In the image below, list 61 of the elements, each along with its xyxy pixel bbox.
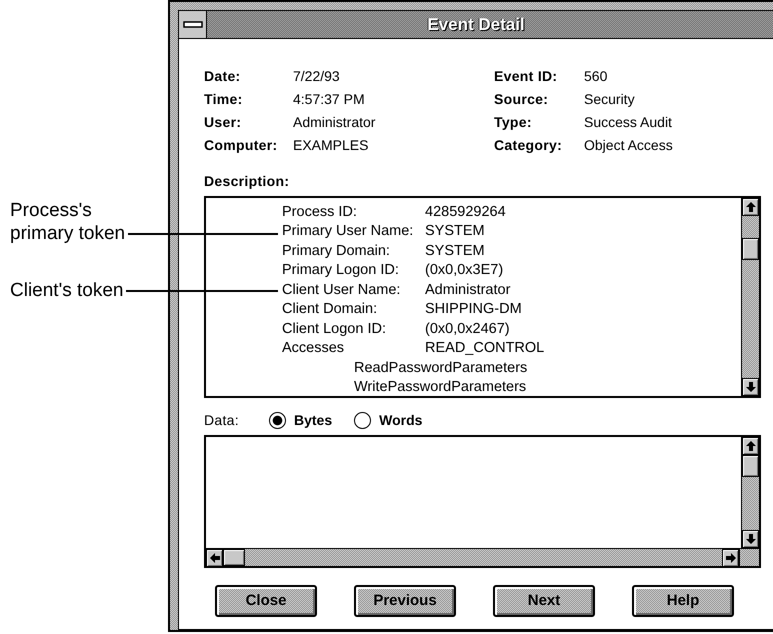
dialog-button[interactable]: Close (215, 585, 317, 617)
description-value: 4285929264 (425, 202, 506, 222)
callout-text: Client's token (10, 278, 124, 302)
field-value: Success Audit (584, 113, 673, 132)
description-value: ReadPasswordParameters (354, 358, 528, 378)
radio-circle[interactable] (354, 412, 372, 428)
field-value: 7/22/93 (293, 67, 341, 86)
description-value: SYSTEM (425, 222, 485, 242)
option-label: Words (379, 410, 422, 430)
field-value: 4:57:37 PM (293, 90, 366, 109)
arrow-right-icon (723, 550, 738, 566)
description-value: SHIPPING-DM (425, 300, 522, 320)
field-label: User: (204, 113, 242, 132)
minus-icon (182, 20, 202, 28)
description-key: Client User Name: (282, 280, 425, 302)
radio-option[interactable]: Words (354, 410, 422, 430)
field-label: Date: (204, 67, 242, 86)
window-title: Event Detail (426, 14, 526, 36)
field-label: Category: (494, 136, 564, 155)
description-key: Accesses (282, 338, 425, 360)
field-label: Time: (204, 90, 244, 109)
scroll-left-button[interactable] (206, 549, 223, 567)
description-key: Primary User Name: (282, 221, 425, 244)
radio-option[interactable]: Bytes (269, 410, 332, 430)
description-key: Primary Logon ID: (282, 260, 425, 282)
field-value: Administrator (293, 113, 376, 132)
data-label: Data: (204, 410, 240, 430)
field-value: 560 (584, 67, 608, 86)
field-value: Security (584, 90, 636, 109)
field-label: Source: (494, 90, 550, 109)
field-label: Event ID: (494, 67, 558, 86)
dialog-button[interactable]: Previous (354, 585, 456, 617)
radio-circle[interactable] (269, 412, 286, 428)
field-value: EXAMPLES (293, 136, 370, 155)
description-key: Primary Domain: (282, 240, 425, 263)
field-label: Type: (494, 113, 533, 132)
description-value: SYSTEM (425, 242, 485, 261)
field-label: Computer: (204, 136, 278, 155)
system-menu-button[interactable] (179, 11, 207, 38)
description-value: READ_CONTROL (425, 339, 544, 358)
description-value: WritePasswordParameters (354, 378, 526, 398)
scroll-right-button[interactable] (722, 549, 739, 567)
scroll-thumb[interactable] (742, 455, 759, 477)
description-value: (0x0,0x3E7) (425, 261, 504, 280)
scroll-down-button[interactable] (742, 378, 759, 396)
description-label: Description: (204, 172, 290, 191)
option-label: Bytes (294, 410, 332, 430)
description-key: Client Domain: (282, 299, 425, 322)
dialog-button[interactable]: Next (493, 585, 595, 617)
dialog-button[interactable]: Help (632, 585, 734, 617)
callout-text: Process's primary token (10, 198, 126, 244)
field-value: Object Access (584, 136, 674, 155)
description-value: Administrator (425, 280, 510, 300)
scroll-up-button[interactable] (742, 198, 759, 216)
description-value: (0x0,0x2467) (425, 320, 510, 339)
description-key: Process ID: (282, 202, 425, 224)
scroll-thumb[interactable] (223, 549, 245, 566)
scroll-thumb[interactable] (742, 238, 759, 260)
description-key: Client Logon ID: (282, 318, 425, 341)
scroll-down-button[interactable] (742, 530, 759, 548)
scroll-up-button[interactable] (742, 437, 759, 455)
